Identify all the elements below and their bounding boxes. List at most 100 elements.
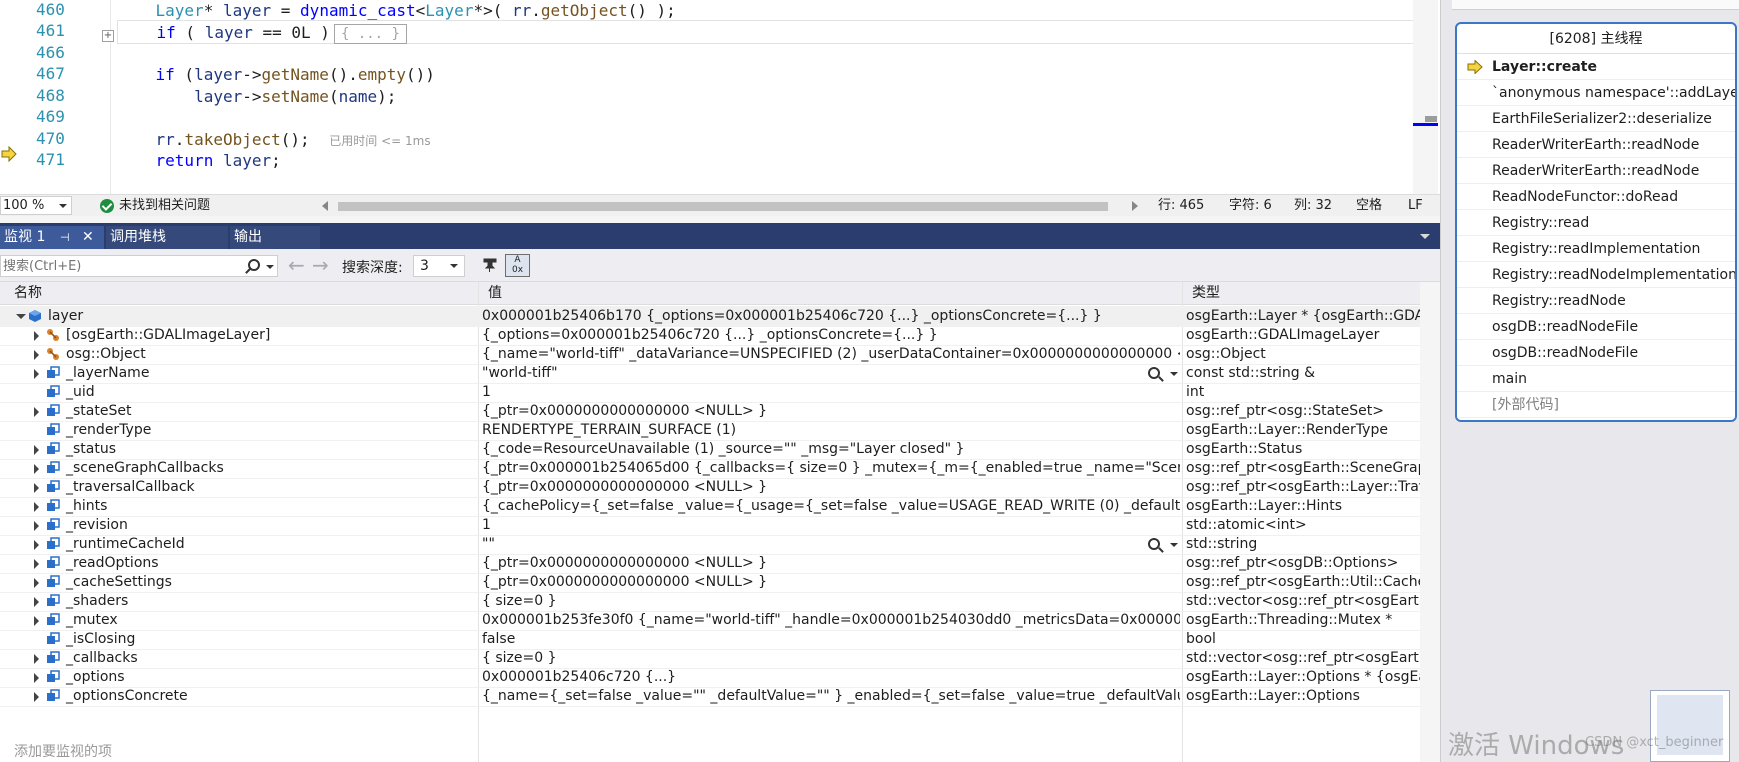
code-line[interactable]: layer->setName(name); <box>117 85 1416 109</box>
expand-icon[interactable] <box>34 350 39 360</box>
watch-name-cell[interactable]: _hints <box>0 496 478 517</box>
expand-icon[interactable] <box>34 540 39 550</box>
search-icon[interactable] <box>248 259 260 271</box>
watch-value[interactable]: RENDERTYPE_TERRAIN_SURFACE (1) <box>482 420 1180 441</box>
call-stack-frame[interactable]: ReaderWriterEarth::readNode <box>1457 158 1735 184</box>
watch-name-cell[interactable]: _stateSet <box>0 401 478 422</box>
hexadecimal-display-icon[interactable]: A 0x <box>505 254 530 277</box>
expand-icon[interactable] <box>34 616 39 626</box>
watch-name-cell[interactable]: _renderType <box>0 420 478 441</box>
pin-filter-icon[interactable] <box>482 257 498 273</box>
preview-thumbnail[interactable] <box>1650 690 1730 762</box>
watch-row[interactable]: _status {_code=ResourceUnavailable (1) _s… <box>0 439 1420 460</box>
watch-name-cell[interactable]: layer <box>0 306 478 327</box>
watch-name-cell[interactable]: _shaders <box>0 591 478 612</box>
call-stack-frame[interactable]: EarthFileSerializer2::deserialize <box>1457 106 1735 132</box>
watch-name-cell[interactable]: _status <box>0 439 478 460</box>
watch-name-cell[interactable]: _mutex <box>0 610 478 631</box>
char-indicator[interactable]: 字符: 6 <box>1229 197 1272 215</box>
watch-row[interactable]: [osgEarth::GDALImageLayer] {_options=0x00… <box>0 325 1420 346</box>
chevron-down-icon[interactable] <box>1420 234 1430 239</box>
watch-name-cell[interactable]: osg::Object <box>0 344 478 365</box>
scroll-left-icon[interactable] <box>322 201 328 211</box>
call-stack-frame[interactable]: main <box>1457 366 1735 392</box>
line-ending-indicator[interactable]: LF <box>1408 197 1423 215</box>
scrollbar-thumb[interactable] <box>1425 116 1437 122</box>
pin-icon[interactable]: ⊣ <box>60 226 70 249</box>
watch-name-cell[interactable]: _traversalCallback <box>0 477 478 498</box>
watch-row[interactable]: _options 0x000001b25406c720 {...} osgEarth… <box>0 667 1420 688</box>
editor-horizontal-scrollbar[interactable] <box>320 200 1140 212</box>
column-header-type[interactable]: 类型 <box>1186 282 1220 305</box>
expand-icon[interactable] <box>34 654 39 664</box>
watch-row[interactable]: _traversalCallback {_ptr=0x00000000000000… <box>0 477 1420 498</box>
line-indicator[interactable]: 行: 465 <box>1158 197 1204 215</box>
add-watch-placeholder[interactable]: 添加要监视的项 <box>14 741 112 761</box>
watch-name-cell[interactable]: _readOptions <box>0 553 478 574</box>
watch-row[interactable]: _stateSet {_ptr=0x0000000000000000 <NULL>… <box>0 401 1420 422</box>
call-stack-frame[interactable]: Registry::readNodeImplementation <box>1457 262 1735 288</box>
expand-icon[interactable] <box>34 331 39 341</box>
watch-name-cell[interactable]: _sceneGraphCallbacks <box>0 458 478 479</box>
search-next-icon[interactable]: → <box>312 255 329 275</box>
watch-name-cell[interactable]: _uid <box>0 382 478 403</box>
call-stack-frame[interactable]: osgDB::readNodeFile <box>1457 314 1735 340</box>
call-stack-window[interactable]: [6208] 主线程 Layer::create `anonymous names… <box>1455 22 1737 422</box>
call-stack-frame[interactable]: Registry::readNode <box>1457 288 1735 314</box>
watch-value[interactable]: 1 <box>482 382 1180 403</box>
code-line[interactable]: return layer; <box>117 149 1416 173</box>
fold-toggle-icon[interactable]: + <box>102 30 114 42</box>
code-line[interactable]: if (layer->getName().empty()) <box>117 63 1416 87</box>
watch-search-box[interactable] <box>0 255 278 277</box>
watch-value[interactable]: 1 <box>482 515 1180 536</box>
issues-indicator[interactable]: 未找到相关问题 <box>100 197 210 215</box>
grid-vertical-scrollbar[interactable] <box>1420 282 1440 762</box>
column-header-name[interactable]: 名称 <box>8 282 42 305</box>
watch-row[interactable]: _mutex 0x000001b253fe30f0 {_name="world-t… <box>0 610 1420 631</box>
watch-row[interactable]: _renderType RENDERTYPE_TERRAIN_SURFACE (1… <box>0 420 1420 441</box>
watch-value[interactable]: { size=0 } <box>482 591 1180 612</box>
watch-name-cell[interactable]: _runtimeCacheId <box>0 534 478 555</box>
watch-name-cell[interactable]: _options <box>0 667 478 688</box>
watch-value[interactable]: {_ptr=0x0000000000000000 <NULL> } <box>482 572 1180 593</box>
search-previous-icon[interactable]: ← <box>288 255 305 275</box>
expand-icon[interactable] <box>34 464 39 474</box>
watch-value[interactable]: 0x000001b253fe30f0 {_name="world-tiff" _… <box>482 610 1180 631</box>
watch-name-cell[interactable]: _callbacks <box>0 648 478 669</box>
watch-value[interactable]: {_name="world-tiff" _dataVariance=UNSPEC… <box>482 344 1180 365</box>
scroll-right-icon[interactable] <box>1132 201 1138 211</box>
watch-row[interactable]: _layerName "world-tiff" const std::string … <box>0 363 1420 384</box>
expand-icon[interactable] <box>34 483 39 493</box>
chevron-down-icon[interactable] <box>1170 372 1178 376</box>
watch-row[interactable]: osg::Object {_name="world-tiff" _dataVari… <box>0 344 1420 365</box>
watch-row[interactable]: _hints {_cachePolicy={_set=false _value={… <box>0 496 1420 517</box>
watch-value[interactable]: {_code=ResourceUnavailable (1) _source="… <box>482 439 1180 460</box>
watch-value[interactable]: {_ptr=0x000001b254065d00 {_callbacks={ s… <box>482 458 1180 479</box>
whitespace-indicator[interactable]: 空格 <box>1356 197 1382 215</box>
call-stack-frame[interactable]: ReaderWriterEarth::readNode <box>1457 132 1735 158</box>
editor-vertical-scrollbar[interactable] <box>1413 0 1438 194</box>
text-visualizer-icon[interactable] <box>1148 538 1160 550</box>
column-indicator[interactable]: 列: 32 <box>1294 197 1332 215</box>
watch-row[interactable]: _isClosing false bool <box>0 629 1420 650</box>
close-icon[interactable]: ✕ <box>82 226 94 249</box>
watch-value[interactable]: {_name={_set=false _value="" _defaultVal… <box>482 686 1180 707</box>
watch-name-cell[interactable]: _revision <box>0 515 478 536</box>
text-visualizer-icon[interactable] <box>1148 367 1160 379</box>
watch-value[interactable]: 0x000001b25406b170 {_options=0x000001b25… <box>482 306 1180 327</box>
watch-value[interactable]: 0x000001b25406c720 {...} <box>482 667 1180 688</box>
call-stack-frame[interactable]: [外部代码] <box>1457 392 1735 418</box>
chevron-down-icon[interactable] <box>266 265 274 269</box>
watch-value[interactable]: {_ptr=0x0000000000000000 <NULL> } <box>482 401 1180 422</box>
watch-name-cell[interactable]: _optionsConcrete <box>0 686 478 707</box>
watch-row[interactable]: _cacheSettings {_ptr=0x0000000000000000 <… <box>0 572 1420 593</box>
watch-value[interactable]: "" <box>482 534 1180 555</box>
watch-search-input[interactable] <box>1 256 231 276</box>
search-depth-dropdown[interactable]: 3 <box>413 255 465 277</box>
tab-output[interactable]: 输出 <box>230 226 320 249</box>
watch-value[interactable]: {_options=0x000001b25406c720 {...} _opti… <box>482 325 1180 346</box>
watch-row[interactable]: _readOptions {_ptr=0x0000000000000000 <NU… <box>0 553 1420 574</box>
expand-icon[interactable] <box>34 445 39 455</box>
watch-value[interactable]: {_cachePolicy={_set=false _value={_usage… <box>482 496 1180 517</box>
expand-icon[interactable] <box>34 521 39 531</box>
